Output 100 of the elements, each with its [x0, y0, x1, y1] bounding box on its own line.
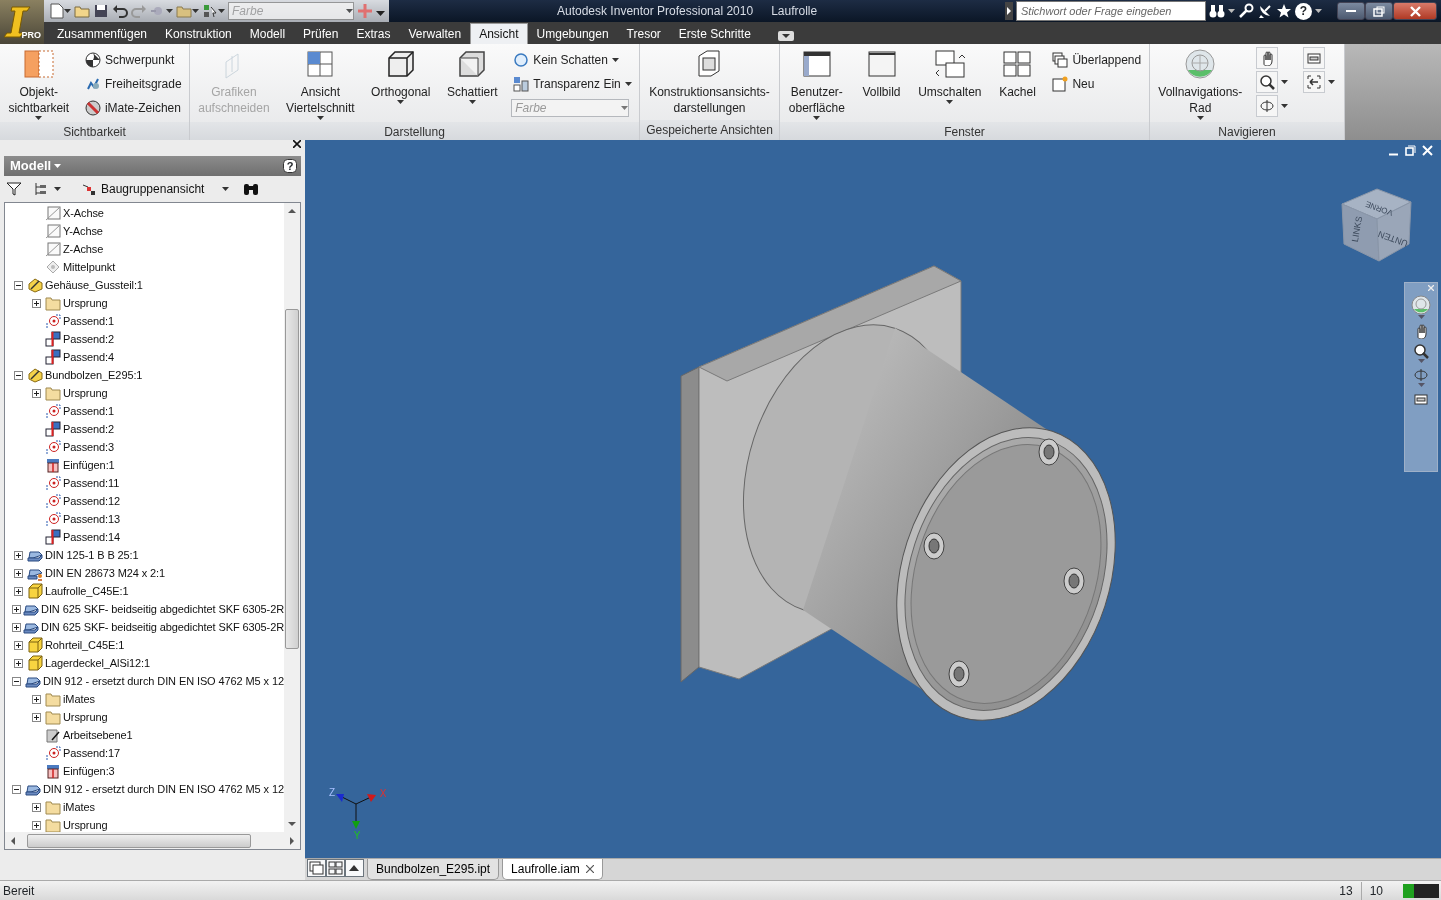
tree-item[interactable]: iMates	[5, 690, 284, 708]
toolbar-button[interactable]	[48, 3, 71, 19]
tree-item[interactable]: Einfügen:3	[5, 762, 284, 780]
ribbon-tab[interactable]: Prüfen	[294, 23, 348, 44]
tree-item[interactable]: Passend:11	[5, 474, 284, 492]
tree-item[interactable]: Ursprung	[5, 294, 284, 312]
expand-toggle[interactable]	[31, 712, 41, 722]
tree-item[interactable]: Passend:17	[5, 744, 284, 762]
tree-item[interactable]: Passend:2	[5, 420, 284, 438]
toolbar-button[interactable]	[1413, 343, 1429, 363]
ribbon-minimize-button[interactable]	[777, 31, 794, 41]
expand-toggle[interactable]	[13, 550, 23, 560]
tree-item[interactable]: Ursprung	[5, 816, 284, 833]
expand-toggle[interactable]	[31, 820, 41, 830]
toolbar-button[interactable]	[1209, 3, 1235, 19]
ribbon-tab[interactable]: Umgebungen	[527, 23, 618, 44]
window-button[interactable]	[1393, 2, 1437, 20]
ribbon-tab[interactable]: Zusammenfügen	[48, 23, 157, 44]
ribbon-button[interactable]: Ansicht Viertelschnitt	[283, 46, 358, 122]
tree-item[interactable]: Laufrolle_C45E:1	[5, 582, 284, 600]
ribbon-button[interactable]: Kein Schatten	[511, 48, 634, 72]
tree-item[interactable]: X-Achse	[5, 204, 284, 222]
window-button[interactable]	[1405, 145, 1416, 156]
tree-item[interactable]: DIN 625 SKF- beidseitig abgedichtet SKF 6305-2R	[5, 618, 284, 636]
ribbon-tab[interactable]: Erste Schritte	[669, 23, 760, 44]
tree-item[interactable]: Passend:14	[5, 528, 284, 546]
view-selector[interactable]: Baugruppenansicht	[79, 180, 232, 198]
ribbon-button[interactable]: Neu	[1050, 72, 1144, 96]
expand-toggle[interactable]	[13, 640, 23, 650]
expand-toggle[interactable]	[11, 604, 21, 614]
toolbar-button[interactable]	[345, 859, 364, 877]
window-button[interactable]	[1365, 2, 1393, 20]
ribbon-button[interactable]: Benutzer- oberfläche	[785, 46, 848, 122]
expand-toggle[interactable]	[13, 586, 23, 596]
tree-item[interactable]: Y-Achse	[5, 222, 284, 240]
tree-item[interactable]: Mittelpunkt	[5, 258, 284, 276]
ribbon-button[interactable]: iMate-Zeichen	[82, 96, 184, 120]
toolbar-button[interactable]	[1238, 3, 1254, 19]
tree-item[interactable]: DIN 912 - ersetzt durch DIN EN ISO 4762 M5 x 12	[5, 780, 284, 798]
tree-item[interactable]: Passend:1	[5, 402, 284, 420]
expand-toggle[interactable]	[13, 568, 23, 578]
view-cube-drawing[interactable]	[1341, 188, 1412, 262]
vertical-scrollbar[interactable]	[284, 203, 300, 833]
expand-toggle[interactable]	[11, 622, 21, 632]
toolbar-button[interactable]	[93, 3, 109, 19]
expand-toggle[interactable]	[31, 298, 41, 308]
tree-item[interactable]: DIN 912 - ersetzt durch DIN EN ISO 4762 M5 x 12	[5, 672, 284, 690]
expand-toggle[interactable]	[13, 658, 23, 668]
document-tab[interactable]: Laufrolle.iam	[502, 859, 603, 880]
application-button[interactable]: PRO	[0, 0, 44, 44]
close-icon[interactable]	[585, 865, 594, 873]
document-tab[interactable]: Bundbolzen_E295.ipt	[367, 859, 500, 880]
tree-item[interactable]: Arbeitsebene1	[5, 726, 284, 744]
toolbar-button[interactable]	[202, 3, 225, 19]
ribbon-button[interactable]: Orthogonal	[368, 46, 434, 106]
ribbon-button[interactable]: Vollbild	[859, 46, 904, 102]
find-button[interactable]	[243, 182, 260, 196]
model-menu[interactable]: Modell	[10, 156, 62, 176]
ribbon-button[interactable]: Schwerpunkt	[82, 48, 184, 72]
tree-item[interactable]: Z-Achse	[5, 240, 284, 258]
expand-toggle[interactable]	[31, 388, 41, 398]
collapse-toggle[interactable]	[13, 370, 23, 380]
collapse-toggle[interactable]	[12, 676, 22, 686]
tree-item[interactable]: iMates	[5, 798, 284, 816]
expand-toggle[interactable]	[31, 694, 41, 704]
tree-item[interactable]: Gehäuse_Gussteil:1	[5, 276, 284, 294]
tree-item[interactable]: Bundbolzen_E295:1	[5, 366, 284, 384]
ribbon-button[interactable]: Kachel	[996, 46, 1039, 102]
tree-item[interactable]: DIN 125-1 B B 25:1	[5, 546, 284, 564]
ribbon-tab[interactable]: Extras	[347, 23, 400, 44]
ribbon-tab[interactable]: Tresor	[617, 23, 670, 44]
ribbon-tab[interactable]: Ansicht	[470, 23, 528, 44]
expand-search-icon[interactable]	[1005, 2, 1013, 20]
ribbon-tab[interactable]: Konstruktion	[156, 23, 241, 44]
tree-item[interactable]: Passend:1	[5, 312, 284, 330]
tree-item[interactable]: DIN 625 SKF- beidseitig abgedichtet SKF 6305-2R	[5, 600, 284, 618]
ribbon-tab[interactable]: Modell	[240, 23, 295, 44]
expand-toggle[interactable]	[31, 802, 41, 812]
tree-item[interactable]: Lagerdeckel_AlSi12:1	[5, 654, 284, 672]
tree-item[interactable]: Passend:3	[5, 438, 284, 456]
tree-item[interactable]: Ursprung	[5, 708, 284, 726]
toolbar-button[interactable]	[176, 3, 199, 19]
ribbon-button[interactable]: Schattiert	[443, 46, 501, 106]
ribbon-button[interactable]: Vollnavigations- Rad	[1155, 46, 1246, 122]
ribbon-button[interactable]: Umschalten	[915, 46, 985, 106]
tree-options-button[interactable]	[34, 182, 61, 196]
ribbon-tab[interactable]: Verwalten	[399, 23, 471, 44]
window-button[interactable]	[1337, 2, 1365, 20]
toolbar-button[interactable]	[1257, 3, 1273, 19]
tree-item[interactable]: DIN EN 28673 M24 x 2:1	[5, 564, 284, 582]
tree-item[interactable]: Ursprung	[5, 384, 284, 402]
collapse-toggle[interactable]	[12, 784, 22, 794]
tree-item[interactable]: Passend:13	[5, 510, 284, 528]
tree-item[interactable]: Einfügen:1	[5, 456, 284, 474]
toolbar-button[interactable]	[112, 3, 128, 19]
tree-item[interactable]: Passend:4	[5, 348, 284, 366]
tree-item[interactable]: Rohrteil_C45E:1	[5, 636, 284, 654]
search-field[interactable]: Stichwort oder Frage eingeben	[1016, 1, 1206, 21]
ribbon-button[interactable]: Freiheitsgrade	[82, 72, 184, 96]
ribbon-button[interactable]: Überlappend	[1050, 48, 1144, 72]
